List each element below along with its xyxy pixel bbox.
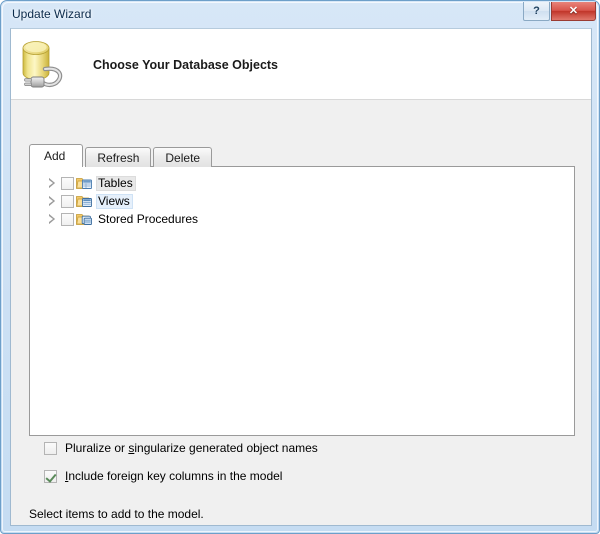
chevron-right-icon[interactable] — [45, 211, 61, 227]
wizard-banner: Choose Your Database Objects — [11, 29, 591, 100]
tables-folder-icon — [76, 175, 92, 191]
tree-item-views[interactable]: Views — [45, 193, 201, 209]
chevron-right-icon[interactable] — [45, 193, 61, 209]
foreign-key-checkbox[interactable] — [44, 469, 57, 483]
page-title: Choose Your Database Objects — [93, 58, 279, 72]
tab-refresh[interactable]: Refresh — [85, 147, 152, 167]
pluralize-label-post: ingularize generated object names — [134, 441, 318, 455]
foreign-key-label-post: nclude foreign key columns in the model — [68, 469, 283, 483]
tab-delete[interactable]: Delete — [153, 147, 213, 167]
views-folder-icon — [76, 193, 92, 209]
close-button[interactable]: ✕ — [551, 2, 596, 21]
tree-item-stored-procedures[interactable]: Stored Procedures — [45, 211, 201, 227]
tree-item-tables[interactable]: Tables — [45, 175, 201, 191]
pluralize-label-pre: Pluralize or — [65, 441, 129, 455]
help-button[interactable]: ? — [523, 2, 550, 21]
pluralize-label: Pluralize or singularize generated objec… — [65, 441, 318, 455]
tab-panel-add: Tables Views Stored Procedures — [29, 166, 575, 436]
chevron-right-icon[interactable] — [45, 175, 61, 191]
tab-add[interactable]: Add — [29, 144, 84, 167]
database-plug-icon — [15, 37, 77, 95]
stored-procedures-folder-icon — [76, 211, 92, 227]
options-group: Pluralize or singularize generated objec… — [44, 439, 318, 495]
object-tabs: Add Refresh Delete Tables Views Stored P… — [29, 144, 575, 436]
tree-label-views[interactable]: Views — [96, 193, 133, 209]
status-text: Select items to add to the model. — [29, 507, 204, 521]
database-objects-tree[interactable]: Tables Views Stored Procedures — [45, 175, 201, 229]
pluralize-checkbox[interactable] — [44, 441, 57, 455]
caption-buttons: ? ✕ — [523, 2, 596, 21]
tree-checkbox-stored-procedures[interactable] — [61, 212, 74, 226]
tabstrip: Add Refresh Delete — [29, 144, 214, 167]
tree-checkbox-tables[interactable] — [61, 176, 74, 190]
client-area: Choose Your Database Objects Add Refresh… — [10, 28, 592, 526]
update-wizard-window: Update Wizard ? ✕ Choose Your Database O… — [0, 0, 600, 534]
option-foreign-key[interactable]: Include foreign key columns in the model — [44, 467, 318, 485]
wizard-body: Add Refresh Delete Tables Views Stored P… — [11, 101, 591, 525]
tree-label-stored-procedures[interactable]: Stored Procedures — [96, 212, 201, 227]
tree-checkbox-views[interactable] — [61, 194, 74, 208]
tree-label-tables[interactable]: Tables — [96, 175, 136, 191]
titlebar[interactable]: Update Wizard ? ✕ — [1, 1, 600, 28]
option-pluralize[interactable]: Pluralize or singularize generated objec… — [44, 439, 318, 457]
window-title: Update Wizard — [12, 7, 92, 21]
foreign-key-label: Include foreign key columns in the model — [65, 469, 282, 483]
